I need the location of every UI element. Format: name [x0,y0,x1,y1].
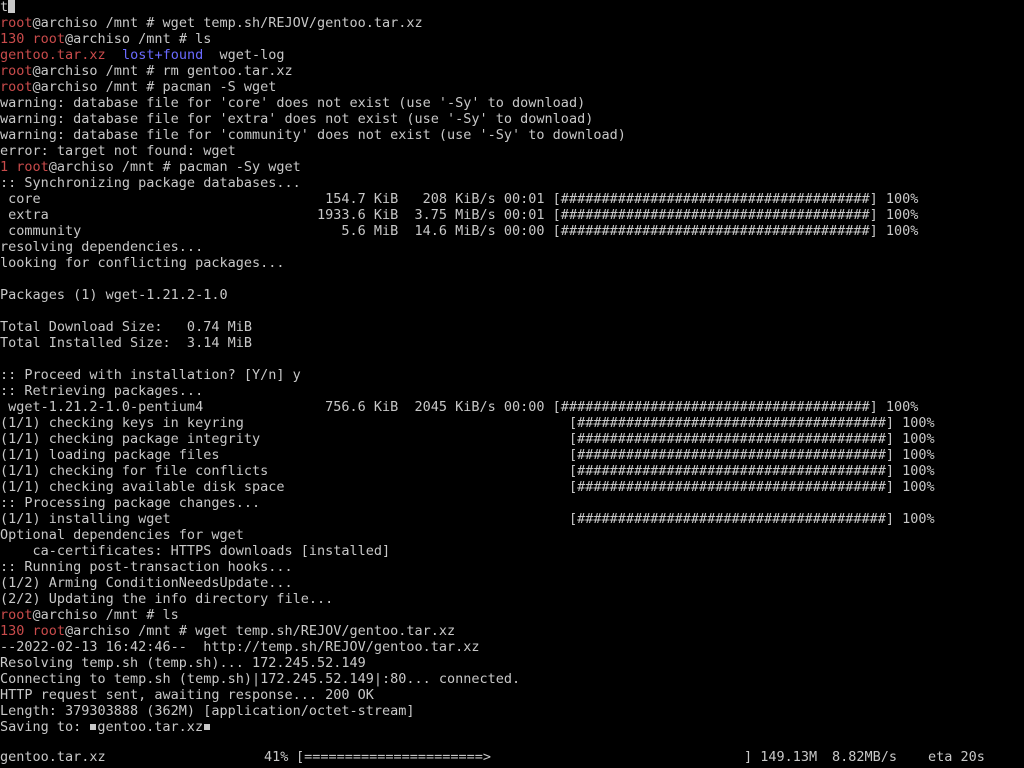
prompt-line: root@archiso /mnt # pacman -S wget [0,79,1024,95]
terminal-first-line: t [0,0,1024,15]
prompt-user: root [0,79,33,95]
cursor [8,0,16,13]
output-line: :: Running post-transaction hooks... [0,559,293,575]
file-entry: wget-log [219,47,285,63]
output-line: Packages (1) wget-1.21.2-1.0 [0,287,228,303]
prompt-user: root [32,623,66,639]
prompt-command: @archiso /mnt # ls [32,607,179,623]
prompt-line: root@archiso /mnt # wget temp.sh/REJOV/g… [0,15,1024,31]
prompt-command: @archiso /mnt # pacman -Sy wget [48,159,301,175]
prompt-line: root@archiso /mnt # ls [0,607,1024,623]
progress-percent: 41% [264,749,289,765]
file-entry: gentoo.tar.xz [0,47,106,63]
output-line: Optional dependencies for wget [0,527,244,543]
quote-glyph-icon [204,724,211,730]
progress-bar: [======================> [296,749,492,765]
output-line: (1/1) installing wget [#################… [0,511,935,527]
prompt-command: @archiso /mnt # ls [65,31,212,47]
prompt-command: @archiso /mnt # pacman -S wget [32,79,277,95]
exit-status: 130 [0,31,33,47]
output-line: warning: database file for 'community' d… [0,127,626,143]
saving-label: Saving to: [0,719,90,735]
output-line: :: Synchronizing package databases... [0,175,301,191]
ls-output-line: gentoo.tar.xz lost+found wget-log [0,47,1024,63]
saving-line: Saving to: gentoo.tar.xz [0,719,1024,735]
output-line: (1/2) Arming ConditionNeedsUpdate... [0,575,293,591]
output-line: looking for conflicting packages... [0,255,285,271]
prompt-command: @archiso /mnt # wget temp.sh/REJOV/gento… [65,623,456,639]
prompt-line: root@archiso /mnt # rm gentoo.tar.xz [0,63,1024,79]
output-line: ca-certificates: HTTPS downloads [instal… [0,543,391,559]
prompt-user: root [32,31,66,47]
output-line: warning: database file for 'core' does n… [0,95,586,111]
prompt-command: @archiso /mnt # wget temp.sh/REJOV/gento… [32,15,423,31]
output-line: (2/2) Updating the info directory file..… [0,591,334,607]
output-line: (1/1) checking package integrity [######… [0,431,935,447]
output-line: Length: 379303888 (362M) [application/oc… [0,703,415,719]
prompt-line: 130 root@archiso /mnt # ls [0,31,1024,47]
output-line: wget-1.21.2-1.0-pentium4 756.6 KiB 2045 … [0,399,919,415]
output-line: :: Processing package changes... [0,495,261,511]
output-line: Resolving temp.sh (temp.sh)... 172.245.5… [0,655,366,671]
exit-status: 130 [0,623,33,639]
output-line: :: Proceed with installation? [Y/n] y [0,367,301,383]
output-line: resolving dependencies... [0,239,204,255]
prompt-user: root [0,15,33,31]
output-line: extra 1933.6 KiB 3.75 MiB/s 00:01 [#####… [0,207,919,223]
output-line: error: target not found: wget [0,143,236,159]
typed-text: t [0,0,9,15]
output-line: warning: database file for 'extra' does … [0,111,594,127]
prompt-line: 130 root@archiso /mnt # wget temp.sh/REJ… [0,623,1024,639]
output-line: community 5.6 MiB 14.6 MiB/s 00:00 [####… [0,223,919,239]
output-line: (1/1) checking for file conflicts [#####… [0,463,935,479]
download-progress-line: gentoo.tar.xz 41% [=====================… [0,749,1024,765]
output-line: core 154.7 KiB 208 KiB/s 00:01 [########… [0,191,919,207]
output-line: Connecting to temp.sh (temp.sh)|172.245.… [0,671,521,687]
prompt-user: root [0,63,33,79]
output-line: --2022-02-13 16:42:46-- http://temp.sh/R… [0,639,480,655]
output-line: Total Installed Size: 3.14 MiB [0,335,252,351]
output-line: (1/1) checking available disk space [###… [0,479,935,495]
prompt-user: root [0,607,33,623]
progress-received: ] 149.13M [744,749,818,765]
output-line: :: Retrieving packages... [0,383,204,399]
output-line: HTTP request sent, awaiting response... … [0,687,374,703]
progress-eta: eta 20s [928,749,985,765]
output-line: Total Download Size: 0.74 MiB [0,319,252,335]
output-line: (1/1) checking keys in keyring [########… [0,415,935,431]
progress-filename: gentoo.tar.xz [0,749,106,765]
quote-glyph-icon [90,724,97,730]
output-line: (1/1) loading package files [###########… [0,447,935,463]
prompt-command: @archiso /mnt # rm gentoo.tar.xz [32,63,293,79]
saving-filename: gentoo.tar.xz [97,719,204,735]
prompt-line: 1 root@archiso /mnt # pacman -Sy wget [0,159,1024,175]
exit-status: 1 [0,159,17,175]
progress-speed: 8.82MB/s [832,749,898,765]
directory-entry: lost+found [121,47,204,63]
prompt-user: root [16,159,49,175]
terminal-screen[interactable]: t root@archiso /mnt # wget temp.sh/REJOV… [0,0,1024,768]
